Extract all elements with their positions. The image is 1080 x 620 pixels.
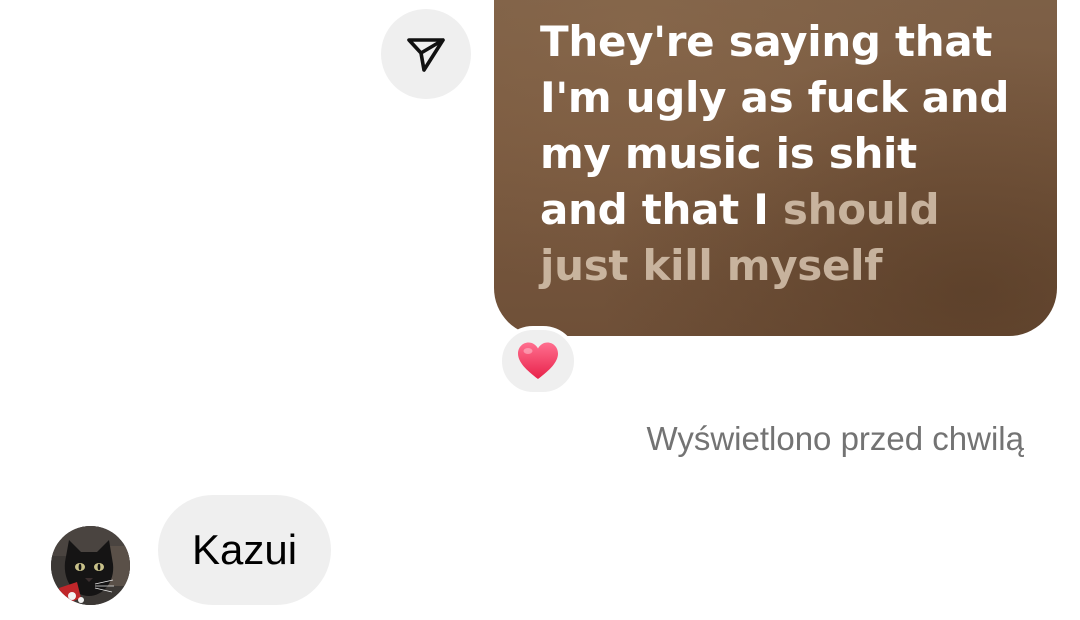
- avatar[interactable]: [51, 526, 130, 605]
- heart-icon: [516, 341, 560, 381]
- shared-media-card[interactable]: They're saying that I'm ugly as fuck and…: [494, 0, 1057, 336]
- reaction-badge[interactable]: [498, 326, 578, 396]
- lyrics-text: They're saying that I'm ugly as fuck and…: [540, 14, 1010, 294]
- share-button[interactable]: [381, 9, 471, 99]
- incoming-message-bubble[interactable]: Kazui: [158, 495, 332, 605]
- incoming-message-text: Kazui: [192, 526, 298, 573]
- send-arrow-icon: [404, 32, 448, 76]
- seen-status: Wyświetlono przed chwilą: [646, 420, 1024, 457]
